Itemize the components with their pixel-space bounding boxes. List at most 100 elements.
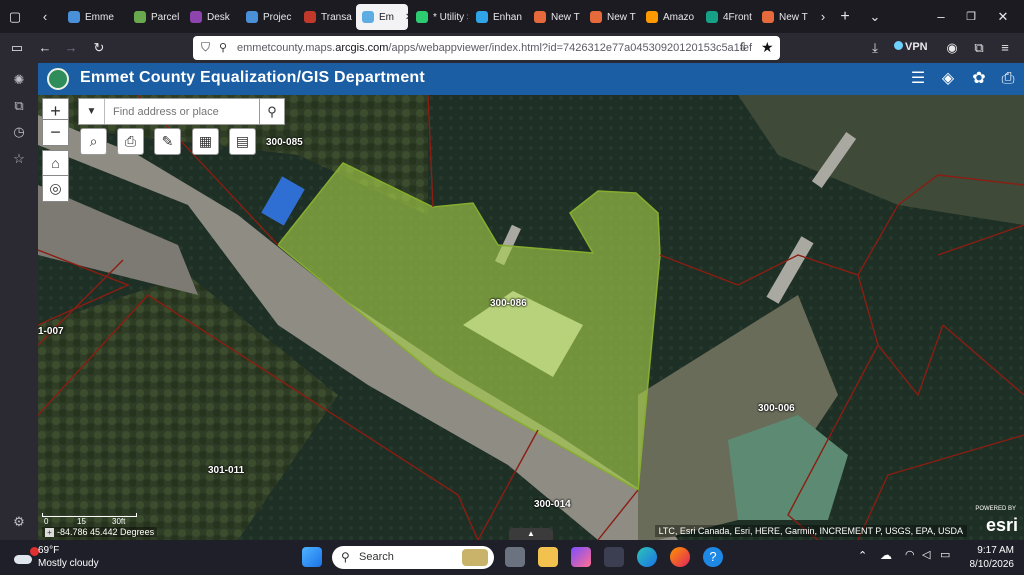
parcel-label[interactable]: 300-014 <box>534 499 571 510</box>
grid-tool-button[interactable]: ▦ <box>192 128 219 155</box>
browser-tab[interactable]: * Utility Sh <box>410 4 468 30</box>
vpn-button[interactable]: VPN <box>894 41 928 53</box>
onedrive-icon[interactable]: ☁ <box>880 548 892 562</box>
parcel-label[interactable]: 1-007 <box>38 326 64 337</box>
back-icon[interactable]: ← <box>36 39 54 57</box>
reload-icon[interactable]: ↻ <box>90 39 108 57</box>
task-view-icon[interactable] <box>505 547 525 567</box>
copilot-icon[interactable] <box>571 547 591 567</box>
tab-label: * Utility Sh <box>433 11 468 23</box>
search-button[interactable]: ⚲ <box>259 98 285 125</box>
browser-tab[interactable]: Enhan <box>470 4 524 30</box>
forward-icon[interactable]: → <box>62 39 80 57</box>
battery-icon[interactable]: ▭ <box>940 548 950 561</box>
new-tab-icon[interactable]: + <box>836 8 854 26</box>
browser-tab[interactable]: 4Front <box>700 4 754 30</box>
tab-label: New T <box>607 11 636 23</box>
taskbar-search-label: Search <box>359 551 394 563</box>
print-tool-button[interactable]: ⎙ <box>117 128 144 155</box>
tab-favicon-icon <box>416 11 428 23</box>
wifi-icon[interactable]: ◠ <box>905 548 915 561</box>
history-icon[interactable]: ◷ <box>10 123 28 141</box>
parcel-label[interactable]: 300-085 <box>266 137 303 148</box>
shield-icon[interactable]: ⛉ <box>201 40 210 55</box>
parcel-label[interactable]: 301-011 <box>208 465 244 476</box>
close-window-icon[interactable]: ✕ <box>994 8 1012 26</box>
basemap-gallery-icon[interactable]: ✿ <box>969 69 989 89</box>
search-input[interactable] <box>105 99 282 124</box>
tab-favicon-icon <box>590 11 602 23</box>
page-info-icon[interactable]: ⚲ <box>219 41 227 54</box>
browser-tab[interactable]: Transa <box>298 4 354 30</box>
tray-overflow-icon[interactable]: ⌃ <box>858 549 867 562</box>
customize-sidebar-icon[interactable]: ⚙ <box>10 513 28 531</box>
tab-label: Projec <box>263 11 292 23</box>
weather-cloud-icon[interactable] <box>12 547 39 565</box>
edge-icon[interactable] <box>637 547 657 567</box>
app-menu-icon[interactable]: ≡ <box>996 39 1014 57</box>
query-tool-button[interactable]: ⌕ <box>80 128 107 155</box>
browser-tab[interactable]: Projec <box>240 4 296 30</box>
clock-time[interactable]: 9:17 AM <box>962 545 1014 556</box>
reader-view-icon[interactable]: ⇩ <box>738 40 748 54</box>
downloads-icon[interactable]: ⤓ <box>866 39 884 57</box>
tab-favicon-icon <box>362 11 374 23</box>
tab-list-icon[interactable]: ▢ <box>6 8 24 26</box>
measure-tool-button[interactable]: ✎ <box>154 128 181 155</box>
map-view[interactable]: + − ⌂ ◎ ▼ ⚲ ⌕ ⎙ ✎ ▦ ▤ 300-085 300-086 1-… <box>38 95 1024 540</box>
scroll-tabs-right-icon[interactable]: › <box>814 8 832 26</box>
bookmarks-icon[interactable]: ☆ <box>10 150 28 168</box>
synced-tabs-icon[interactable]: ⧉ <box>10 97 28 115</box>
tab-favicon-icon <box>190 11 202 23</box>
ai-chatbot-icon[interactable]: ✺ <box>10 71 28 89</box>
url-host: arcgis.com <box>335 42 389 54</box>
parcel-label[interactable]: 300-006 <box>758 403 795 414</box>
url-bar[interactable]: ⛉ ⚲ emmetcounty.maps. arcgis.com/apps/web… <box>193 36 780 60</box>
app-title: Emmet County Equalization/GIS Department <box>80 69 425 86</box>
toolbox-tool-button[interactable]: ▤ <box>229 128 256 155</box>
scroll-tabs-left-icon[interactable]: ‹ <box>36 8 54 26</box>
coordinate-toggle-button[interactable]: + <box>45 528 54 537</box>
browser-tab[interactable]: New T <box>756 4 810 30</box>
browser-tab[interactable]: Emme <box>62 4 122 30</box>
home-button[interactable]: ⌂ <box>42 150 69 177</box>
zoom-out-button[interactable]: − <box>42 119 69 146</box>
search-source-dropdown[interactable]: ▼ <box>79 99 105 124</box>
parcel-label[interactable]: 300-086 <box>490 298 527 309</box>
help-icon[interactable]: ? <box>703 547 723 567</box>
taskbar-search[interactable]: ⚲ Search <box>332 546 494 569</box>
browser-tab[interactable]: New T <box>528 4 582 30</box>
bookmark-star-icon[interactable]: ★ <box>761 39 774 56</box>
print-header-icon[interactable]: ⎙ <box>998 69 1018 89</box>
firefox-icon[interactable] <box>670 547 690 567</box>
store-icon[interactable] <box>604 547 624 567</box>
esri-logo: esri <box>985 515 1018 535</box>
windows-start-icon[interactable] <box>302 547 322 567</box>
file-explorer-icon[interactable] <box>538 547 558 567</box>
layers-icon[interactable]: ◈ <box>938 69 958 89</box>
browser-tab[interactable]: Amazo <box>640 4 698 30</box>
clock-date[interactable]: 8/10/2026 <box>962 559 1015 570</box>
browser-tab[interactable]: Parcel <box>128 4 182 30</box>
search-highlight-icon <box>462 549 488 566</box>
legend-list-icon[interactable]: ☰ <box>908 69 928 89</box>
minimize-window-icon[interactable]: – <box>932 8 950 26</box>
coordinate-value: -84.786 45.442 Degrees <box>57 527 155 537</box>
account-icon[interactable]: ◉ <box>943 39 961 57</box>
tab-label: Transa <box>321 11 352 23</box>
tab-overflow-chevron-icon[interactable]: ⌄ <box>866 8 884 26</box>
sidebar-toggle-icon[interactable]: ▭ <box>8 39 26 57</box>
browser-tab[interactable]: Desk <box>184 4 238 30</box>
tab-favicon-icon <box>762 11 774 23</box>
close-tab-icon[interactable]: ✕ <box>405 12 408 23</box>
tab-label: Em <box>379 11 394 23</box>
my-location-button[interactable]: ◎ <box>42 175 69 202</box>
tab-label: Amazo <box>663 11 695 23</box>
browser-sidebar: ✺ ⧉ ◷ ☆ ⚙ <box>0 63 38 540</box>
attribute-table-toggle[interactable]: ▲ <box>509 528 553 540</box>
restore-window-icon[interactable]: ❐ <box>962 8 980 26</box>
browser-tab[interactable]: Em ✕ <box>356 4 408 30</box>
volume-icon[interactable]: ◁ <box>922 548 930 561</box>
browser-tab[interactable]: New T <box>584 4 638 30</box>
extensions-icon[interactable]: ⧉ <box>970 39 988 57</box>
